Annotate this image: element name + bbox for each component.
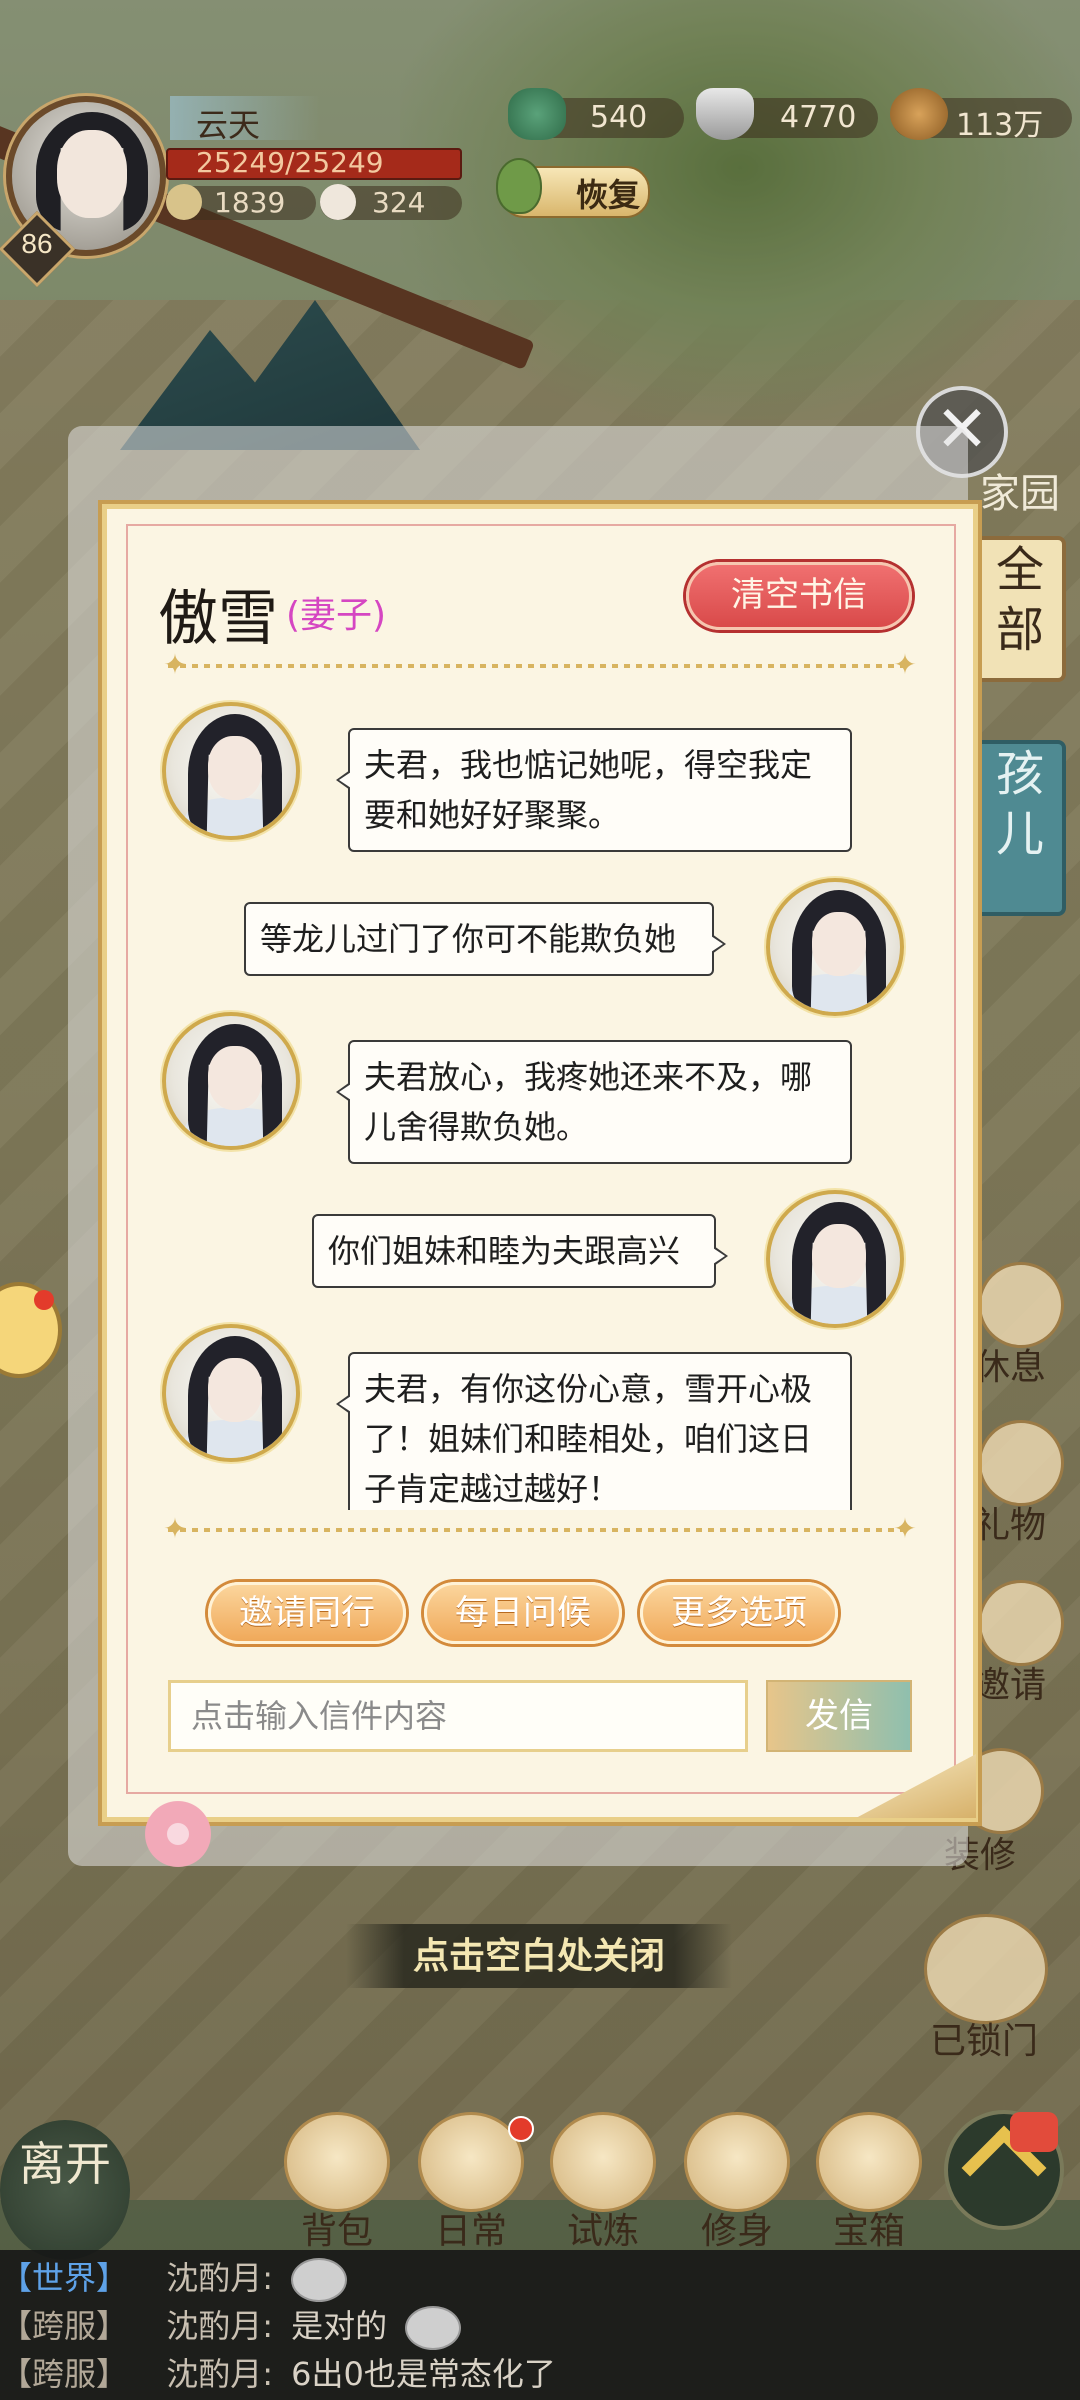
bun-icon [320, 184, 356, 220]
nav-chest[interactable]: 宝箱 [812, 2112, 926, 2252]
nav-daily[interactable]: 日常 [414, 2112, 534, 2252]
player-name: 云天 [196, 106, 261, 144]
gift-label: 礼物 [974, 1505, 1047, 1546]
stat-value-1: 1839 [214, 186, 286, 219]
sparkle-icon: ✦ [893, 648, 917, 681]
bottom-divider [168, 1528, 908, 1532]
top-divider [168, 664, 908, 668]
treasure-chest-icon [816, 2112, 922, 2212]
player-portrait [766, 878, 904, 1016]
portrait-face [208, 1358, 262, 1422]
message-bubble-right: 你们姐妹和睦为夫跟高兴 [312, 1214, 728, 1288]
emoji-sticker-icon [291, 2258, 348, 2302]
invite-icon[interactable] [978, 1580, 1064, 1666]
locked-label: 已锁门 [930, 2021, 1039, 2062]
player-portrait [766, 1190, 904, 1328]
world-chat-log[interactable]: 【世界】 沈酌月: 【跨服】 沈酌月: 是对的 【跨服】 沈酌月: 6出0也是常… [0, 2250, 1080, 2400]
silver-ingot-icon [696, 88, 754, 140]
rest-label: 休息 [974, 1347, 1047, 1388]
chat-user: 沈酌月: [166, 2355, 273, 2393]
nav-trial-label: 试炼 [566, 2211, 639, 2252]
bag-icon [284, 2112, 390, 2212]
notification-dot [508, 2116, 534, 2142]
avatar-face [57, 130, 127, 218]
spouse-name: 傲雪 [158, 584, 278, 654]
message-bubble-left: 夫君，我也惦记她呢，得空我定要和她好好聚聚。 [336, 728, 852, 852]
spouse-portrait [162, 1012, 300, 1150]
nav-bag-label: 背包 [300, 2211, 373, 2252]
nav-cultivate-label: 修身 [700, 2211, 773, 2252]
chat-message: 是对的 [291, 2307, 388, 2345]
sparkle-icon: ✦ [163, 648, 187, 681]
nav-bag[interactable]: 背包 [280, 2112, 394, 2252]
message-bubble-left: 夫君放心，我疼她还来不及，哪儿舍得欺负她。 [336, 1040, 852, 1164]
nav-cultivate[interactable]: 修身 [680, 2112, 794, 2252]
spouse-role: (妻子) [286, 595, 387, 636]
tab-all[interactable]: 全部 [974, 536, 1066, 682]
chat-line: 【跨服】 沈酌月: 是对的 [0, 2302, 462, 2350]
message-bubble-right: 等龙儿过门了你可不能欺负她 [244, 902, 726, 976]
sparkle-icon: ✦ [893, 1512, 917, 1545]
portrait-face [208, 736, 262, 800]
more-options-button[interactable]: 更多选项 [640, 1582, 838, 1644]
nav-chest-label: 宝箱 [832, 2211, 905, 2252]
message-list[interactable]: 夫君，我也惦记她呢，得空我定要和她好好聚聚。 等龙儿过门了你可不能欺负她 夫君放… [126, 690, 956, 1510]
chat-channel: 【世界】 [0, 2259, 129, 2297]
invite-together-button[interactable]: 邀请同行 [208, 1582, 406, 1644]
daily-greeting-button[interactable]: 每日问候 [424, 1582, 622, 1644]
copper-coins-icon [890, 88, 948, 140]
chat-line: 【跨服】 沈酌月: 6出0也是常态化了 [0, 2350, 556, 2398]
chat-user: 沈酌月: [166, 2259, 273, 2297]
spouse-portrait [162, 702, 300, 840]
player-level: 86 [21, 228, 53, 259]
plum-blossom-icon [136, 1792, 220, 1876]
book-icon [684, 2112, 790, 2212]
chat-line: 【世界】 沈酌月: [0, 2254, 348, 2302]
hp-value: 25249/25249 [196, 146, 384, 179]
portrait-face [812, 912, 866, 976]
chat-message: 6出0也是常态化了 [291, 2355, 556, 2393]
gift-icon[interactable] [978, 1420, 1064, 1506]
gourd-icon [496, 158, 542, 214]
lock-icon[interactable] [924, 1914, 1048, 2024]
sparkle-icon: ✦ [163, 1512, 187, 1545]
menu-badge-icon [1010, 2112, 1058, 2152]
nav-trial[interactable]: 试炼 [546, 2112, 660, 2252]
notification-dot [34, 1290, 54, 1310]
send-letter-button[interactable]: 发信 [766, 1680, 912, 1752]
nav-daily-label: 日常 [434, 2211, 507, 2252]
teacup-icon [166, 184, 202, 220]
resource-value-1: 540 [590, 100, 648, 135]
resource-value-2: 4770 [780, 100, 857, 135]
clear-letters-button[interactable]: 清空书信 [686, 562, 912, 630]
chat-channel: 【跨服】 [0, 2307, 129, 2345]
invite-label: 邀请 [974, 1665, 1047, 1706]
stat-value-2: 324 [372, 186, 426, 219]
message-bubble-left: 夫君，有你这份心意，雪开心极了！姐妹们和睦相处，咱们这日子肯定越过越好！ [336, 1352, 852, 1510]
portrait-face [812, 1224, 866, 1288]
jade-dragon-icon [508, 88, 566, 140]
leave-button[interactable]: 离开 [0, 2120, 130, 2260]
rest-icon[interactable] [978, 1262, 1064, 1348]
tab-kids[interactable]: 孩儿 [974, 740, 1066, 916]
spouse-portrait [162, 1324, 300, 1462]
tap-to-close-hint: 点击空白处关闭 [346, 1924, 732, 1988]
chat-channel: 【跨服】 [0, 2355, 129, 2393]
restore-label: 恢复 [576, 176, 641, 214]
home-label: 家园 [980, 471, 1060, 517]
emoji-sticker-icon [405, 2306, 462, 2350]
resource-value-3: 113万 [956, 108, 1044, 143]
chat-user: 沈酌月: [166, 2307, 273, 2345]
hat-sword-icon [550, 2112, 656, 2212]
portrait-face [208, 1046, 262, 1110]
letter-content-input[interactable] [168, 1680, 748, 1752]
